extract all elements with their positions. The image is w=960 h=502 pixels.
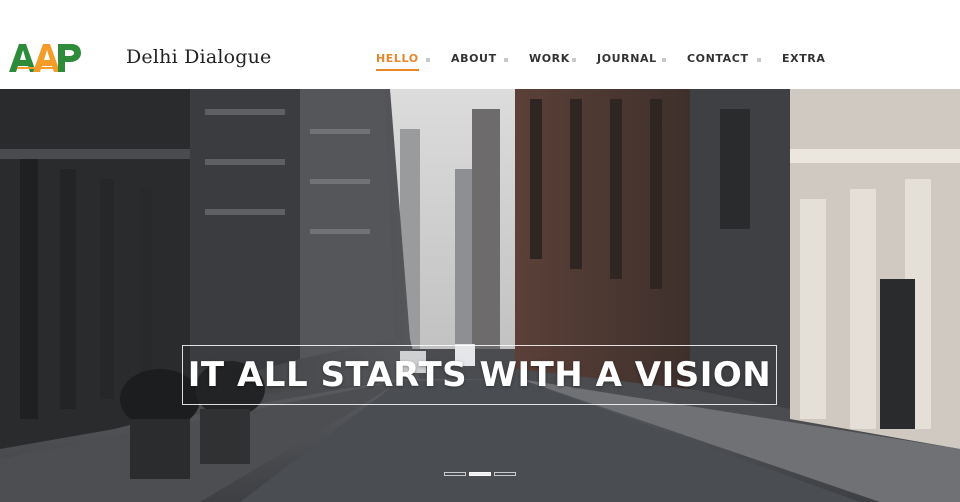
nav-item-about[interactable]: ABOUT bbox=[451, 52, 497, 65]
nav-item-contact[interactable]: CONTACT bbox=[687, 52, 749, 65]
nav-item-extra[interactable]: EXTRA bbox=[782, 52, 825, 65]
nav-separator bbox=[504, 58, 508, 62]
hero-tagline: IT ALL STARTS WITH A VISION bbox=[187, 355, 772, 395]
nav-separator bbox=[426, 58, 430, 62]
nav-separator bbox=[757, 58, 761, 62]
site-title[interactable]: Delhi Dialogue bbox=[126, 46, 272, 68]
nav-item-hello[interactable]: HELLO bbox=[376, 52, 419, 71]
slide-indicator-2[interactable] bbox=[469, 472, 491, 476]
slide-indicator-3[interactable] bbox=[494, 472, 516, 476]
slide-indicator-1[interactable] bbox=[444, 472, 466, 476]
aap-logo[interactable] bbox=[9, 38, 82, 75]
nav-separator bbox=[662, 58, 666, 62]
aap-logo-mark bbox=[9, 44, 81, 72]
hero-tagline-frame: IT ALL STARTS WITH A VISION bbox=[182, 345, 777, 405]
hero-banner: IT ALL STARTS WITH A VISION bbox=[0, 89, 960, 502]
city-street-image bbox=[0, 89, 960, 502]
site-header: Delhi Dialogue HELLO ABOUT WORK JOURNAL … bbox=[0, 0, 960, 89]
nav-item-work[interactable]: WORK bbox=[529, 52, 570, 65]
nav-separator bbox=[572, 58, 576, 62]
nav-item-journal[interactable]: JOURNAL bbox=[597, 52, 657, 65]
